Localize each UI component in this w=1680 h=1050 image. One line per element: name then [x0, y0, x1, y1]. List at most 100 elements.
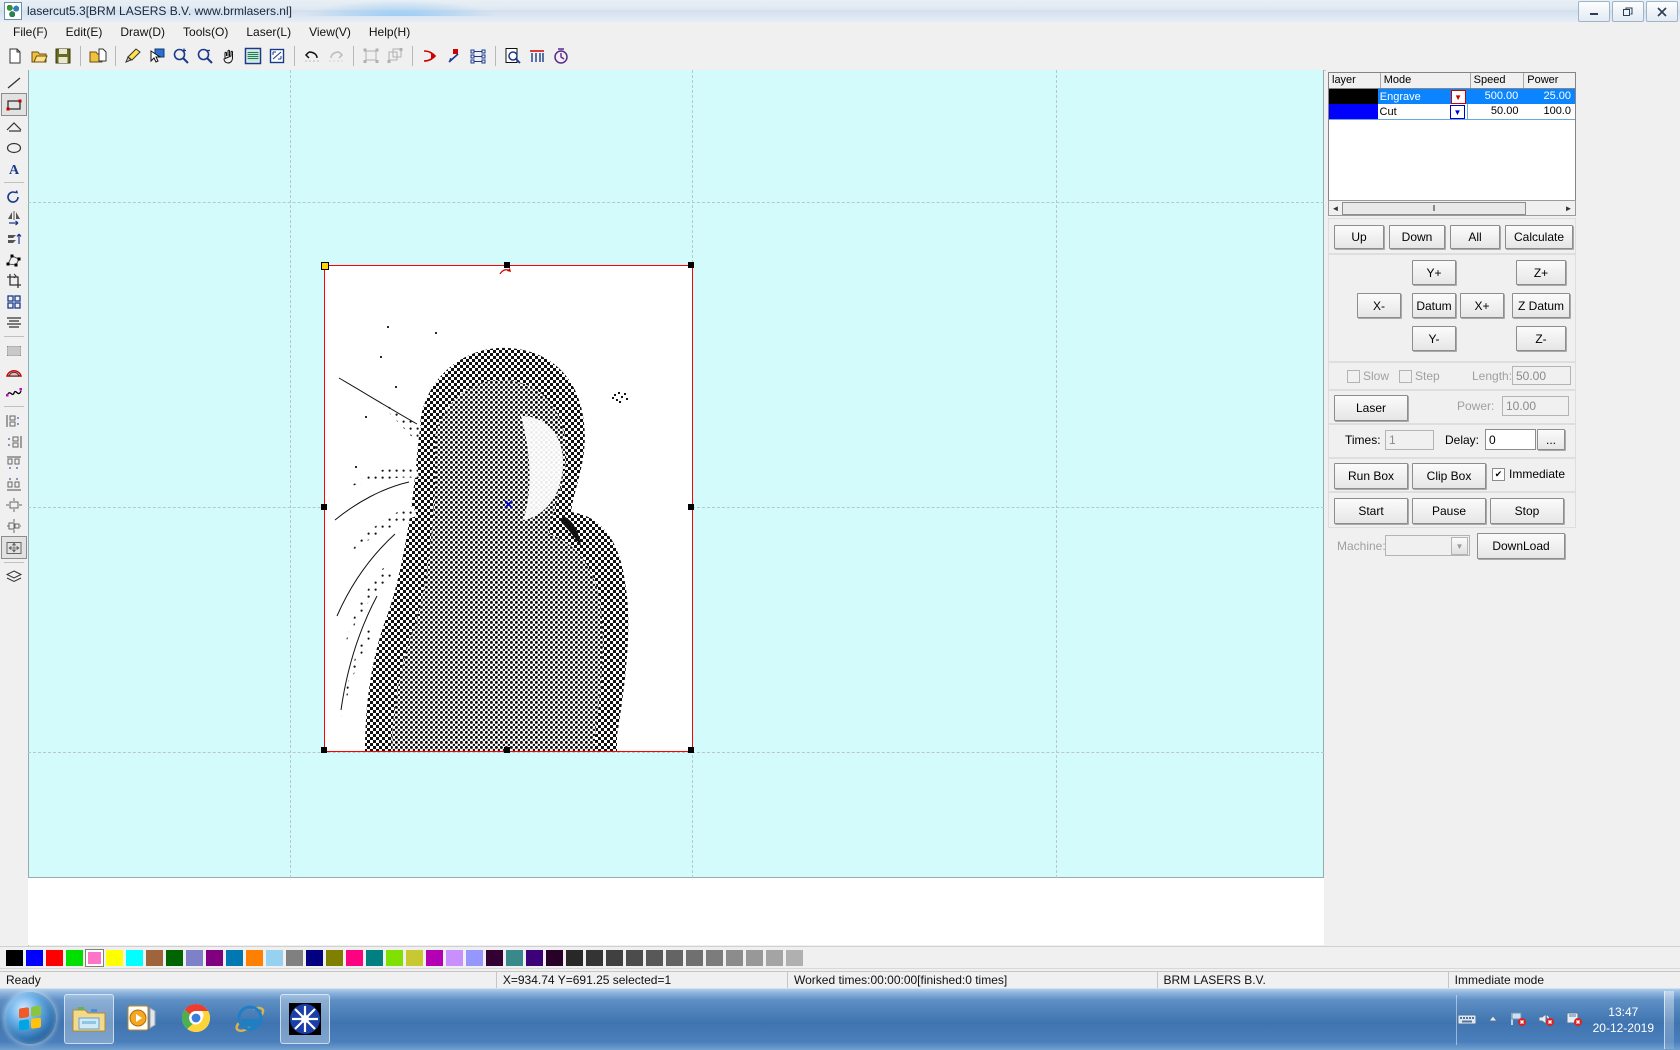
color-swatch[interactable] — [106, 950, 123, 966]
align-left-icon[interactable] — [2, 410, 26, 431]
align-center-horizontal-icon[interactable] — [2, 515, 26, 536]
delay-more-button[interactable]: ... — [1537, 429, 1565, 450]
color-swatch[interactable] — [646, 950, 663, 966]
internet-explorer-icon[interactable] — [226, 994, 274, 1042]
save-file-icon[interactable] — [51, 44, 75, 68]
color-swatch[interactable] — [26, 950, 43, 966]
jog-y-plus-button[interactable]: Y+ — [1412, 260, 1456, 285]
color-swatch[interactable] — [526, 950, 543, 966]
layer-color-swatch[interactable] — [1329, 89, 1378, 104]
polyline-tool-icon[interactable] — [2, 116, 26, 137]
color-swatch[interactable] — [566, 950, 583, 966]
ungroup-icon[interactable] — [383, 44, 407, 68]
menu-help[interactable]: Help(H) — [360, 23, 419, 41]
lasercut-app-icon[interactable] — [280, 994, 330, 1044]
pan-hand-icon[interactable] — [217, 44, 241, 68]
layer-mode-cell[interactable]: Cut ▼ — [1378, 104, 1468, 119]
selected-bitmap-object[interactable]: ✕ — [324, 265, 693, 752]
rectangle-tool-icon[interactable] — [1, 93, 27, 116]
ellipse-tool-icon[interactable] — [2, 137, 26, 158]
jog-z-datum-button[interactable]: Z Datum — [1512, 293, 1570, 318]
layer-power-cell[interactable]: 25.00 — [1522, 89, 1575, 104]
color-swatch[interactable] — [186, 950, 203, 966]
immediate-checkbox[interactable]: ✔ — [1492, 468, 1505, 481]
layer-speed-cell[interactable]: 50.00 — [1468, 104, 1523, 119]
layer-all-button[interactable]: All — [1450, 225, 1500, 249]
menu-laser[interactable]: Laser(L) — [237, 23, 300, 41]
length-field[interactable]: 50.00 — [1512, 366, 1571, 385]
scroll-left-arrow-icon[interactable]: ◄ — [1329, 202, 1342, 214]
color-swatch[interactable] — [746, 950, 763, 966]
jog-z-minus-button[interactable]: Z- — [1516, 326, 1566, 351]
mirror-vertical-icon[interactable] — [2, 228, 26, 249]
import-file-icon[interactable] — [86, 44, 110, 68]
media-player-icon[interactable] — [118, 994, 166, 1042]
line-tool-icon[interactable] — [2, 72, 26, 93]
color-swatch[interactable] — [446, 950, 463, 966]
color-swatch[interactable] — [66, 950, 83, 966]
preview-icon[interactable] — [501, 44, 525, 68]
color-swatch[interactable] — [286, 950, 303, 966]
color-swatch[interactable] — [586, 950, 603, 966]
color-swatch[interactable] — [786, 950, 803, 966]
pause-button[interactable]: Pause — [1412, 498, 1486, 524]
align-text-icon[interactable] — [2, 312, 26, 333]
run-box-button[interactable]: Run Box — [1334, 463, 1408, 489]
layer-up-button[interactable]: Up — [1334, 225, 1384, 249]
selection-handle-bottom-center[interactable] — [504, 747, 510, 753]
color-swatch[interactable] — [686, 950, 703, 966]
zoom-page-icon[interactable] — [241, 44, 265, 68]
color-swatch[interactable] — [126, 950, 143, 966]
step-checkbox[interactable] — [1399, 370, 1412, 383]
color-swatch[interactable] — [386, 950, 403, 966]
estimate-time-icon[interactable] — [549, 44, 573, 68]
file-explorer-icon[interactable] — [64, 994, 114, 1044]
color-swatch[interactable] — [426, 950, 443, 966]
table-row[interactable]: Cut ▼ 50.00 100.0 — [1329, 104, 1575, 120]
delay-field[interactable]: 0 — [1485, 429, 1536, 450]
machine-select[interactable]: ▼ — [1385, 535, 1470, 556]
mirror-horizontal-icon[interactable] — [2, 207, 26, 228]
array-copy-icon[interactable] — [2, 291, 26, 312]
color-swatch[interactable] — [706, 950, 723, 966]
color-swatch[interactable] — [606, 950, 623, 966]
color-swatch[interactable] — [506, 950, 523, 966]
selection-handle-middle-right[interactable] — [688, 504, 694, 510]
color-swatch[interactable] — [206, 950, 223, 966]
color-swatch[interactable] — [46, 950, 63, 966]
color-swatch[interactable] — [406, 950, 423, 966]
menu-view[interactable]: View(V) — [300, 23, 360, 41]
menu-edit[interactable]: Edit(E) — [57, 23, 112, 41]
bitmap-icon[interactable] — [2, 340, 26, 361]
align-top-icon[interactable] — [2, 452, 26, 473]
color-swatch[interactable] — [6, 950, 23, 966]
layer-speed-cell[interactable]: 500.00 — [1468, 89, 1523, 104]
color-swatch[interactable] — [146, 950, 163, 966]
selection-handle-bottom-left[interactable] — [321, 747, 327, 753]
jog-z-plus-button[interactable]: Z+ — [1516, 260, 1566, 285]
color-swatch[interactable] — [466, 950, 483, 966]
selection-handle-bottom-right[interactable] — [688, 747, 694, 753]
layer-table[interactable]: layer Mode Speed Power Engrave ▼ 500.00 … — [1328, 72, 1576, 202]
color-swatch[interactable] — [226, 950, 243, 966]
jog-x-plus-button[interactable]: X+ — [1460, 293, 1504, 318]
align-right-icon[interactable] — [2, 431, 26, 452]
zoom-selection-icon[interactable] — [265, 44, 289, 68]
layer-calculate-button[interactable]: Calculate — [1505, 225, 1573, 249]
zoom-in-icon[interactable] — [169, 44, 193, 68]
rotate-tool-icon[interactable] — [2, 186, 26, 207]
curve-smooth-icon[interactable] — [2, 382, 26, 403]
jog-datum-button[interactable]: Datum — [1412, 293, 1456, 318]
menu-file[interactable]: File(F) — [4, 23, 57, 41]
jog-x-minus-button[interactable]: X- — [1357, 293, 1401, 318]
laser-button[interactable]: Laser — [1334, 395, 1408, 421]
layer-power-cell[interactable]: 100.0 — [1522, 104, 1575, 119]
zoom-out-icon[interactable] — [193, 44, 217, 68]
safely-remove-hardware-icon[interactable] — [1565, 1011, 1583, 1030]
color-swatch[interactable] — [726, 950, 743, 966]
layer-table-scrollbar[interactable]: ◄ ‖ ► — [1328, 200, 1576, 216]
keyboard-language-icon[interactable] — [1457, 1012, 1477, 1029]
align-bottom-icon[interactable] — [2, 473, 26, 494]
work-area[interactable]: ✕ — [28, 70, 1324, 878]
layer-mode-cell[interactable]: Engrave ▼ — [1378, 89, 1468, 104]
